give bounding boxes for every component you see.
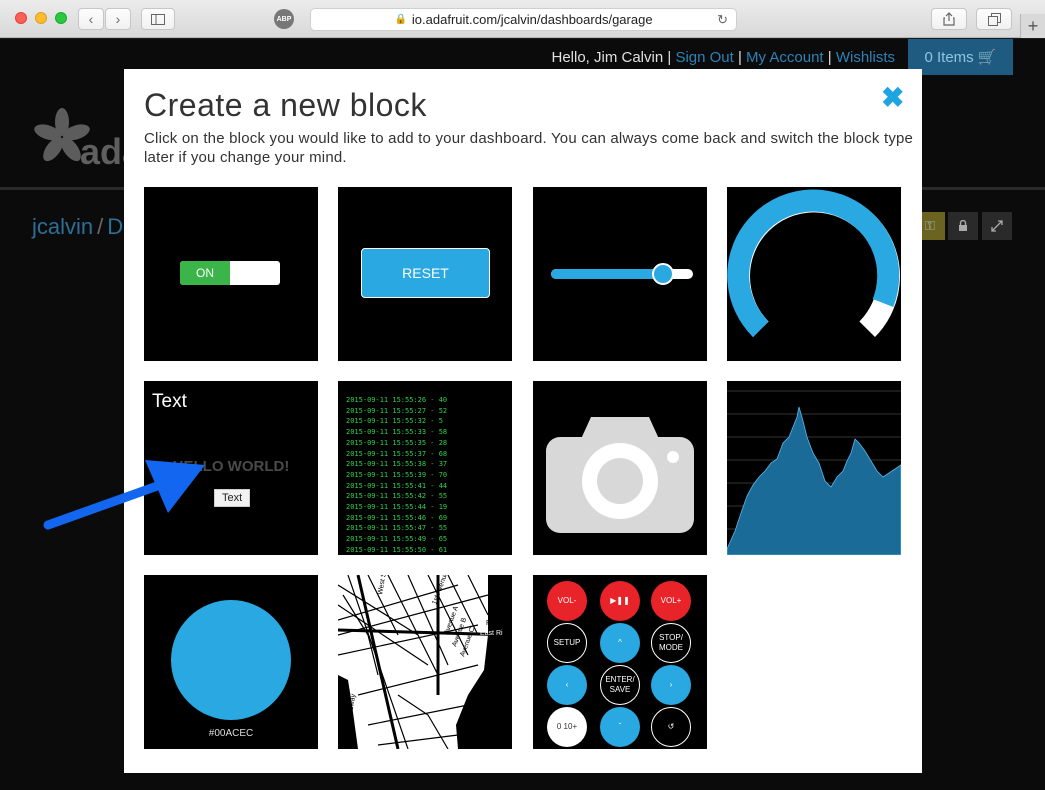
toggle-preview: ON [180,261,280,285]
stream-line: 2015-09-11 15:55:41 - 44 [346,481,448,490]
zoom-window-button[interactable] [55,12,67,24]
color-hex-label: #00ACEC [208,728,254,739]
slider-thumb [652,263,674,285]
map-label-fdr: FDR Dr [486,620,510,627]
fullscreen-icon[interactable] [982,212,1012,240]
cart-label: 0 Items [924,48,974,66]
new-tab-button[interactable]: + [1020,14,1045,38]
line-chart-icon [727,390,901,555]
stream-line: 2015-09-11 15:55:42 - 55 [346,492,448,501]
back-return-button: ↺ [651,707,691,747]
slider-fill [551,269,663,279]
down-button: ˇ [600,707,640,747]
breadcrumb: jcalvin / D [32,214,123,240]
line-chart-block-option[interactable] [727,381,901,555]
close-window-button[interactable] [15,12,27,24]
cart-icon: 🛒 [977,49,997,66]
up-button: ^ [600,623,640,663]
sidebar-icon [151,13,165,25]
sign-out-link[interactable]: Sign Out [675,49,733,66]
camera-icon [546,417,694,533]
greeting: Hello, Jim Calvin [551,49,664,66]
adblock-button[interactable]: ABP [274,9,294,29]
wishlists-link[interactable]: Wishlists [836,49,895,66]
toggle-block-option[interactable]: ON [144,187,318,361]
breadcrumb-user[interactable]: jcalvin [32,214,93,239]
chevron-left-icon: ‹ [88,11,94,27]
map-icon: West Street 1st Avenue Avenue A Avenue B… [338,575,512,749]
stream-line: 2015-09-11 15:55:33 - 58 [346,428,448,437]
play-pause-button: ▶❚❚ [600,581,640,621]
back-button[interactable]: ‹ [78,8,104,30]
stream-line: 2015-09-11 15:55:27 - 52 [346,406,448,415]
image-block-option[interactable] [533,381,707,555]
share-button[interactable] [931,8,967,30]
modal-description: Click on the block you would like to add… [144,130,914,166]
color-swatch [171,600,291,720]
lock-icon: 🔒 [394,14,407,25]
momentary-button-block-option[interactable]: RESET [338,187,512,361]
slider-block-option[interactable] [533,187,707,361]
gauge-icon [727,189,900,338]
map-label-east-river: East Ri [480,630,503,637]
stream-line: 2015-09-11 15:55:35 - 28 [346,438,448,447]
stream-line: 2015-09-11 15:55:46 - 69 [346,513,448,522]
browser-toolbar: ‹ › ABP 🔒 io.adafruit.com/jcalvin/dashbo… [0,0,1045,38]
my-account-link[interactable]: My Account [746,49,824,66]
tabs-button[interactable] [976,8,1012,30]
vol-down-button: VOL- [547,581,587,621]
minimize-window-button[interactable] [35,12,47,24]
cart-button[interactable]: 0 Items 🛒 [908,39,1013,75]
stream-line: 2015-09-11 15:55:32 - 5 [346,417,443,426]
stream-preview: 2015-09-11 15:55:26 - 40 2015-09-11 15:55… [346,395,447,555]
close-icon[interactable]: ✖ [881,84,904,112]
forward-button[interactable]: › [105,8,131,30]
vol-up-button: VOL+ [651,581,691,621]
annotation-arrow-icon [43,460,205,530]
stream-line: 2015-09-11 15:55:38 - 37 [346,460,448,469]
stream-line: 2015-09-11 15:55:37 - 68 [346,449,448,458]
modal-title: Create a new block [144,87,427,123]
left-button: ‹ [547,665,587,705]
remote-control-block-option[interactable]: VOL- ▶❚❚ VOL+ SETUP ^ STOP/ MODE ‹ ENTER… [533,575,707,749]
stream-line: 2015-09-11 15:55:39 - 70 [346,470,448,479]
share-icon [943,12,955,26]
stream-line: 2015-09-11 15:55:47 - 55 [346,524,448,533]
toggle-on-label: ON [180,261,230,285]
setup-button: SETUP [547,623,587,663]
stream-line: 2015-09-11 15:55:50 - 61 [346,545,448,554]
stop-mode-button: STOP/ MODE [651,623,691,663]
reset-button-preview: RESET [361,248,490,298]
reload-icon[interactable]: ↻ [717,12,728,28]
breadcrumb-next[interactable]: D [107,214,123,239]
stream-block-option[interactable]: 2015-09-11 15:55:26 - 40 2015-09-11 15:55… [338,381,512,555]
account-links: Hello, Jim Calvin | Sign Out | My Accoun… [551,49,896,66]
sidebar-button[interactable] [141,8,175,30]
text-block-label: Text [152,391,187,412]
lock-icon[interactable] [948,212,978,240]
stream-line: 2015-09-11 15:55:26 - 40 [346,396,448,404]
create-block-modal: Create a new block ✖ Click on the block … [124,69,922,773]
tabs-icon [987,12,1001,26]
url-text: io.adafruit.com/jcalvin/dashboards/garag… [411,12,653,27]
address-bar[interactable]: 🔒 io.adafruit.com/jcalvin/dashboards/gar… [310,8,737,31]
chevron-right-icon: › [115,11,121,27]
screen: ‹ › ABP 🔒 io.adafruit.com/jcalvin/dashbo… [0,0,1045,790]
gauge-block-option[interactable] [727,187,901,361]
enter-save-button: ENTER/ SAVE [600,665,640,705]
stream-line: 2015-09-11 15:55:49 - 65 [346,535,448,544]
color-picker-block-option[interactable]: #00ACEC [144,575,318,749]
stream-line: 2015-09-11 15:55:44 - 19 [346,503,448,512]
breadcrumb-separator: / [97,214,104,239]
right-button: › [651,665,691,705]
zero-ten-button: 0 10+ [547,707,587,747]
map-block-option[interactable]: West Street 1st Avenue Avenue A Avenue B… [338,575,512,749]
